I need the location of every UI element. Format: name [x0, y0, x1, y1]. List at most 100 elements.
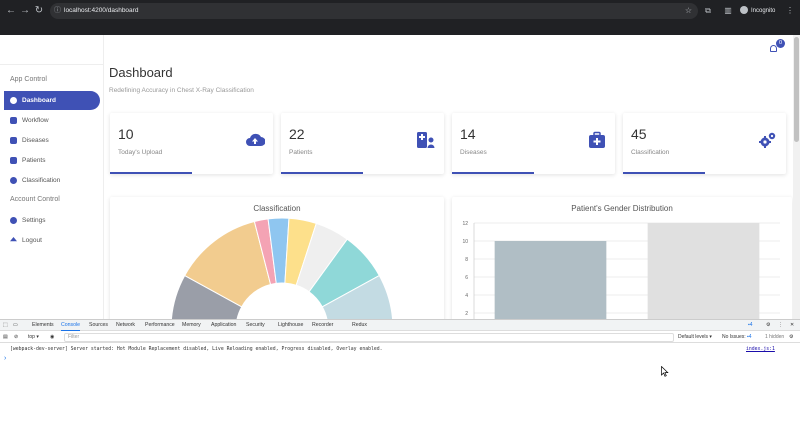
- devtools-tabbar: ⬚ ▭ Elements Console Sources Network Perform…: [0, 320, 800, 331]
- device-toolbar-icon[interactable]: ▭: [13, 320, 18, 331]
- sidebar: App Control Dashboard Workflow Diseases …: [0, 35, 104, 319]
- app-viewport: App Control Dashboard Workflow Diseases …: [0, 35, 800, 319]
- cloud-upload-icon: [246, 133, 265, 146]
- context-select[interactable]: top ▾: [28, 332, 39, 343]
- dashboard-icon: [10, 97, 17, 104]
- section-account-control: Account Control: [10, 196, 60, 203]
- devtools-tab-memory[interactable]: Memory: [182, 320, 201, 331]
- stat-card-diseases[interactable]: 14 Diseases: [452, 113, 615, 174]
- gears-icon: [759, 132, 776, 148]
- stat-card-patients[interactable]: 22 Patients: [281, 113, 444, 174]
- devtools-tab-application[interactable]: Application: [211, 320, 236, 331]
- issues-counter-icon[interactable]: ▪4: [748, 320, 753, 331]
- devtools-tab-performance[interactable]: Performance: [145, 320, 175, 331]
- devtools-panel: ⬚ ▭ Elements Console Sources Network Perform…: [0, 319, 800, 443]
- log-levels-dropdown[interactable]: Default levels ▾: [678, 332, 712, 343]
- console-settings-icon[interactable]: ⚙: [789, 332, 793, 343]
- y-tick-label: 8: [465, 257, 468, 263]
- sidebar-item-label: Patients: [22, 157, 46, 164]
- stat-value: 14: [460, 126, 476, 142]
- gender-bar-chart: 024681012: [462, 221, 780, 319]
- sidebar-item-workflow[interactable]: Workflow: [4, 111, 100, 130]
- main-content: 0 Dashboard Redefining Accuracy in Chest…: [105, 35, 800, 319]
- sidebar-item-label: Logout: [22, 237, 42, 244]
- stat-underline: [110, 172, 192, 174]
- scrollbar-thumb[interactable]: [794, 37, 799, 142]
- sidebar-item-label: Classification: [22, 177, 61, 184]
- browser-menu-icon[interactable]: ⋮: [785, 6, 795, 16]
- sidebar-item-classification[interactable]: Classification: [4, 171, 100, 190]
- console-filter-input[interactable]: Filter: [64, 333, 674, 342]
- incognito-icon: [740, 6, 748, 15]
- console-sidebar-icon[interactable]: ▤: [3, 332, 8, 343]
- devtools-tab-elements[interactable]: Elements: [32, 320, 54, 331]
- sidebar-item-label: Settings: [22, 217, 46, 224]
- medkit-icon: [10, 137, 17, 144]
- patient-card-icon: [417, 132, 435, 148]
- y-tick-label: 12: [462, 221, 468, 227]
- sidebar-item-label: Diseases: [22, 137, 49, 144]
- address-bar[interactable]: ⓘ localhost:4200/dashboard ☆: [50, 3, 698, 19]
- forward-icon[interactable]: →: [20, 6, 30, 16]
- reload-icon[interactable]: ↻: [34, 6, 44, 16]
- devtools-tab-lighthouse[interactable]: Lighthouse: [278, 320, 303, 331]
- logout-icon: [10, 237, 17, 242]
- sidebar-item-diseases[interactable]: Diseases: [4, 131, 100, 150]
- devtools-tab-sources[interactable]: Sources: [89, 320, 108, 331]
- issues-count-icon: ▪4: [747, 334, 752, 340]
- sidebar-item-patients[interactable]: Patients: [4, 151, 100, 170]
- stat-value: 10: [118, 126, 134, 142]
- stat-value: 22: [289, 126, 305, 142]
- y-tick-label: 6: [465, 275, 468, 281]
- extensions-icon[interactable]: ⧉: [703, 6, 713, 16]
- issues-link[interactable]: No Issues: ▪4: [722, 332, 752, 343]
- devtools-tab-network[interactable]: Network: [116, 320, 135, 331]
- sidebar-item-settings[interactable]: Settings: [4, 211, 100, 230]
- stat-value: 45: [631, 126, 647, 142]
- page-scrollbar[interactable]: [793, 35, 800, 319]
- site-info-icon[interactable]: ⓘ: [54, 6, 62, 16]
- devtools-close-icon[interactable]: ✕: [790, 320, 794, 331]
- gender-bar[interactable]: [647, 223, 760, 319]
- notifications-button[interactable]: 0: [769, 39, 785, 53]
- devtools-menu-icon[interactable]: ⋮: [778, 320, 783, 331]
- gender-chart-panel: Patient's Gender Distribution 024681012: [452, 197, 792, 319]
- gender-bar[interactable]: [494, 241, 607, 319]
- incognito-label: Incognito: [751, 8, 776, 14]
- clear-console-icon[interactable]: ⊘: [14, 332, 18, 343]
- sidebar-item-logout[interactable]: Logout: [4, 231, 100, 250]
- devtools-tab-console[interactable]: Console: [61, 320, 81, 331]
- patients-icon: [10, 157, 17, 164]
- devtools-tab-security[interactable]: Security: [246, 320, 265, 331]
- back-icon[interactable]: ←: [6, 6, 16, 16]
- live-expression-icon[interactable]: ◉: [50, 332, 54, 343]
- side-panel-icon[interactable]: ▥: [723, 6, 733, 16]
- stat-card-classification[interactable]: 45 Classification: [623, 113, 786, 174]
- devtools-settings-icon[interactable]: ⚙: [766, 320, 770, 331]
- medkit-icon: [589, 131, 605, 148]
- filter-placeholder: Filter: [68, 334, 80, 340]
- classification-icon: [10, 177, 17, 184]
- incognito-indicator[interactable]: Incognito: [740, 6, 775, 16]
- y-tick-label: 10: [462, 239, 468, 245]
- gender-chart-title: Patient's Gender Distribution: [571, 204, 673, 213]
- browser-toolbar: ← → ↻ ⓘ localhost:4200/dashboard ☆ ⧉ ▥ I…: [0, 0, 800, 35]
- sidebar-item-dashboard[interactable]: Dashboard: [4, 91, 100, 110]
- console-log-source-link[interactable]: index.js:1: [746, 347, 775, 352]
- workflow-icon: [10, 117, 17, 124]
- stat-underline: [281, 172, 363, 174]
- inspect-icon[interactable]: ⬚: [3, 320, 8, 331]
- bookmark-star-icon[interactable]: ☆: [685, 5, 692, 17]
- devtools-tab-recorder[interactable]: Recorder: [312, 320, 333, 331]
- devtools-tab-redux[interactable]: Redux: [352, 320, 367, 331]
- y-tick-label: 2: [465, 311, 468, 317]
- console-prompt[interactable]: ›: [4, 355, 6, 362]
- section-app-control: App Control: [10, 76, 47, 83]
- console-log-message: [webpack-dev-server] Server started: Hot…: [10, 347, 383, 352]
- classification-chart-title: Classification: [253, 204, 301, 213]
- stat-label: Diseases: [460, 149, 487, 156]
- page-title: Dashboard: [109, 65, 173, 80]
- address-url[interactable]: localhost:4200/dashboard: [64, 5, 138, 17]
- stat-card-uploads[interactable]: 10 Today's Upload: [110, 113, 273, 174]
- classification-chart-panel: Classification: [110, 197, 444, 319]
